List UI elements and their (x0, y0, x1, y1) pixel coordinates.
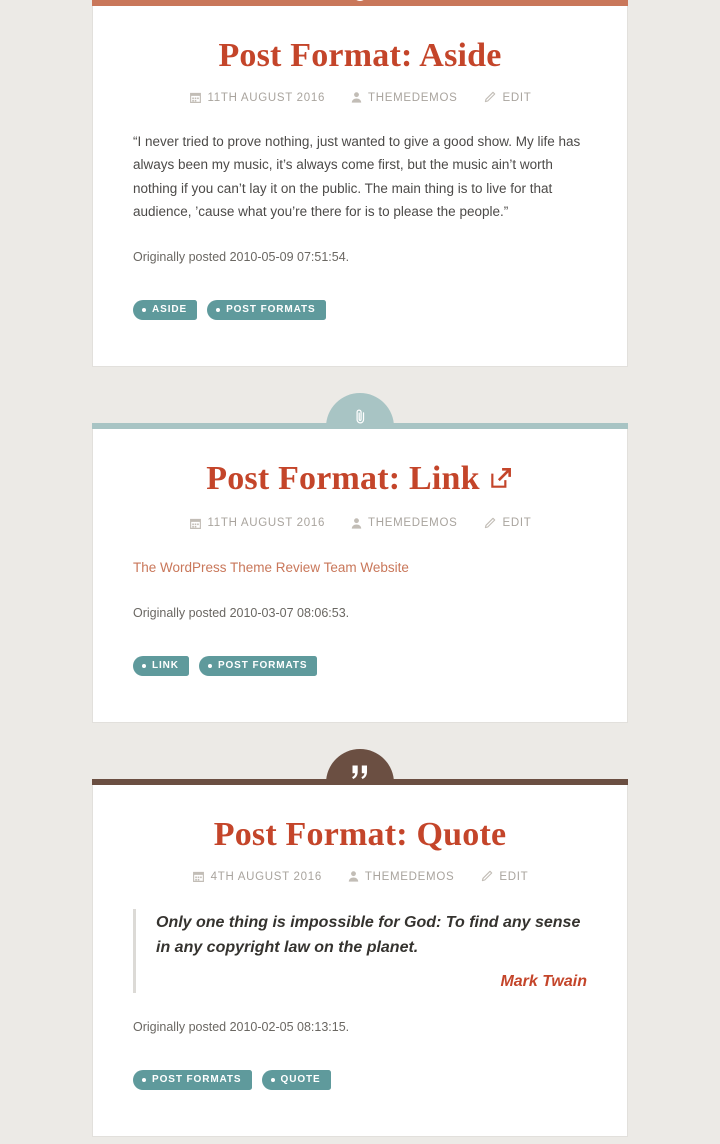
post-date: 11th August 2016 (189, 517, 326, 530)
post-paragraph: “I never tried to prove nothing, just wa… (133, 134, 581, 219)
post-article-link: Post Format: Link 11TH AUGUST 2016 THEME… (92, 393, 628, 724)
post-author[interactable]: themedemos (351, 91, 457, 104)
post-date: 4th August 2016 (192, 870, 322, 883)
post-author[interactable]: themedemos (348, 870, 454, 883)
post-article-quote: Post Format: Quote 4TH AUGUST 2016 THEME… (92, 749, 628, 1138)
tag-link[interactable]: Post Formats (207, 300, 326, 321)
post-card: Post Format: Link 11TH AUGUST 2016 THEME… (92, 429, 628, 724)
tag-link[interactable]: Quote (261, 1070, 331, 1091)
user-icon (348, 870, 359, 883)
post-external-link[interactable]: The WordPress Theme Review Team Website (133, 560, 409, 575)
tag-bullet-icon (142, 308, 146, 313)
post-origin-note: Originally posted 2010-03-07 08:06:53. (133, 605, 350, 620)
post-list-page: Post Format: Aside 11TH AUGUST 2016 THEM… (0, 0, 720, 1144)
tag-bullet-icon (207, 664, 212, 669)
post-body: “I never tried to prove nothing, just wa… (133, 130, 587, 268)
page-title[interactable]: Post Format: Aside (133, 36, 587, 75)
post-date: 11th August 2016 (189, 91, 326, 104)
post-article-aside: Post Format: Aside 11TH AUGUST 2016 THEM… (92, 0, 628, 368)
post-date-label: 4th August 2016 (210, 870, 322, 883)
tag-link[interactable]: Aside (133, 300, 198, 321)
pullquote-citation: Mark Twain (500, 972, 587, 990)
calendar-icon (192, 870, 205, 883)
post-author-label: themedemos (368, 517, 458, 530)
post-card: Post Format: Quote 4TH AUGUST 2016 THEME… (92, 785, 628, 1138)
post-edit-link[interactable]: Edit (483, 91, 531, 104)
post-edit-label: Edit (499, 870, 529, 883)
quote-marks-icon (350, 764, 370, 781)
tag-link[interactable]: Link (133, 656, 189, 677)
tag-bullet-icon (142, 664, 146, 669)
post-author[interactable]: themedemos (351, 517, 457, 530)
tag-link[interactable]: Post Formats (198, 656, 318, 677)
pullquote: Only one thing is impossible for God: To… (133, 909, 587, 993)
calendar-icon (189, 91, 202, 104)
tag-link[interactable]: Post Formats (133, 1070, 252, 1091)
tag-bullet-icon (216, 308, 221, 313)
user-icon (351, 91, 362, 104)
tag-bullet-icon (142, 1078, 146, 1083)
post-edit-label: Edit (502, 517, 532, 530)
post-meta: 11th August 2016 themedemos (133, 517, 587, 530)
post-title-text: Post Format: Link (206, 460, 480, 498)
tag-bullet-icon (270, 1078, 275, 1083)
post-meta: 11th August 2016 themedemos (133, 91, 587, 104)
post-card: Post Format: Aside 11TH AUGUST 2016 THEM… (92, 6, 628, 368)
post-edit-link[interactable]: Edit (480, 870, 528, 883)
tag-label: Aside (152, 304, 188, 316)
pencil-icon (480, 870, 493, 883)
calendar-icon (189, 517, 202, 530)
tag-label: Post Formats (217, 660, 308, 672)
external-link-icon[interactable] (488, 461, 514, 500)
post-edit-link[interactable]: Edit (483, 517, 531, 530)
post-tags: Link Post Formats (133, 656, 587, 677)
post-author-label: themedemos (368, 91, 458, 104)
page-title[interactable]: Post Format: Quote (133, 815, 587, 854)
post-edit-label: Edit (502, 91, 532, 104)
pencil-icon (483, 517, 496, 530)
post-origin-note: Originally posted 2010-02-05 08:13:15. (133, 1019, 350, 1034)
post-origin-note: Originally posted 2010-05-09 07:51:54. (133, 249, 350, 264)
tag-label: Post Formats (152, 1074, 242, 1086)
tag-label: Quote (280, 1074, 321, 1086)
post-body: Only one thing is impossible for God: To… (133, 909, 587, 1038)
aside-dot-icon (352, 0, 368, 2)
tag-label: Post Formats (226, 304, 316, 316)
post-tags: Aside Post Formats (133, 300, 587, 321)
user-icon (351, 517, 362, 530)
page-title[interactable]: Post Format: Link (133, 459, 587, 500)
post-date-label: 11th August 2016 (207, 517, 326, 530)
post-author-label: themedemos (364, 870, 455, 883)
post-date-label: 11th August 2016 (207, 91, 326, 104)
pencil-icon (483, 91, 496, 104)
post-tags: Post Formats Quote (133, 1070, 587, 1091)
post-body: The WordPress Theme Review Team Website … (133, 556, 587, 625)
paperclip-icon (353, 408, 368, 425)
tag-label: Link (152, 660, 179, 672)
post-meta: 4th August 2016 themedemos (133, 870, 587, 883)
pullquote-text: Only one thing is impossible for God: To… (156, 914, 581, 957)
